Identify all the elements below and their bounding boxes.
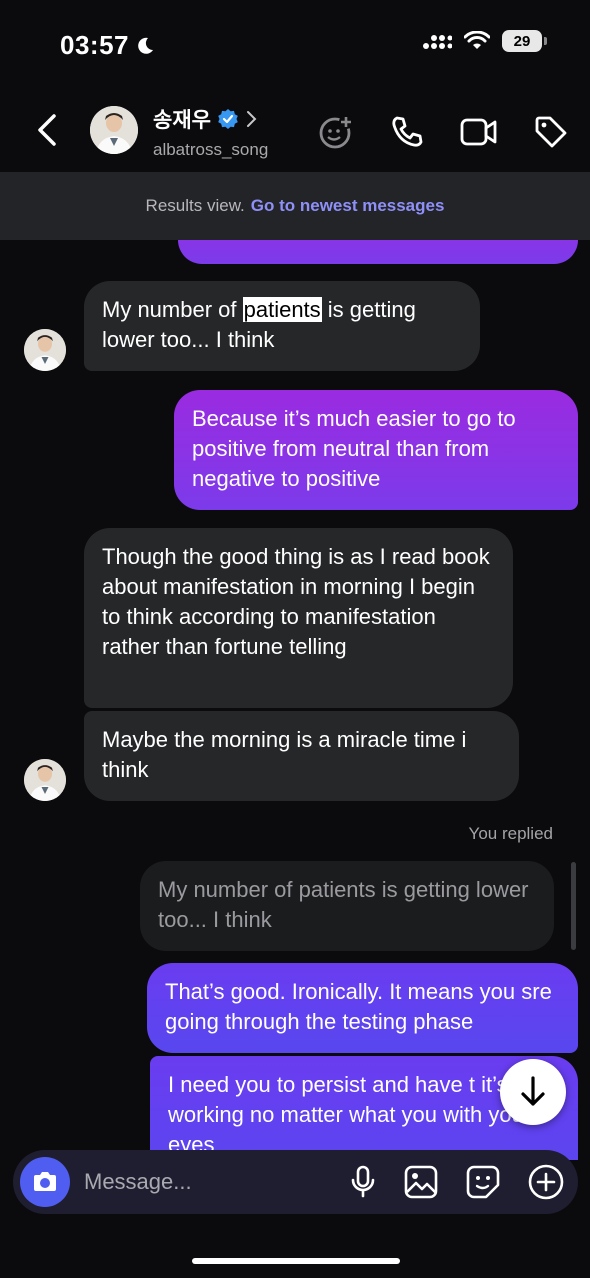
battery-level: 29 [513, 32, 531, 50]
message-bubble-incoming[interactable]: My number of patients is getting lower t… [84, 281, 480, 371]
effects-icon[interactable] [318, 114, 354, 150]
chat-header: 송재우 albatross_song [0, 88, 590, 172]
message-bubble-incoming[interactable]: Though the good thing is as I read book … [84, 528, 513, 708]
avatar[interactable] [24, 759, 66, 801]
message-bubble-outgoing[interactable]: That’s good. Ironically. It means you sr… [147, 963, 578, 1053]
moon-icon [138, 37, 153, 54]
contact-info[interactable]: 송재우 albatross_song [153, 104, 268, 160]
you-replied-label: You replied [468, 824, 553, 843]
gallery-icon[interactable] [404, 1165, 438, 1199]
scrollbar[interactable] [571, 862, 576, 950]
header-actions [318, 114, 568, 150]
message-bubble-outgoing[interactable]: Because it’s much easier to go to positi… [174, 390, 578, 510]
video-icon[interactable] [460, 117, 498, 147]
battery-indicator: 29 [502, 30, 547, 52]
contact-username: albatross_song [153, 140, 269, 159]
results-view-banner: Results view. Go to newest messages [0, 172, 590, 240]
time-text: 03:57 [60, 30, 129, 60]
banner-text: Results view. [145, 196, 245, 215]
back-icon [38, 114, 56, 146]
wifi-icon [464, 31, 490, 49]
tag-icon[interactable] [534, 115, 568, 149]
message-input[interactable]: Message... [84, 1169, 350, 1195]
message-text-before: My number of [102, 297, 243, 322]
verified-icon [218, 109, 238, 129]
avatar-image [24, 759, 66, 801]
scroll-to-bottom-button[interactable] [500, 1059, 566, 1125]
go-to-newest-link[interactable]: Go to newest messages [251, 196, 445, 216]
home-indicator[interactable] [192, 1258, 400, 1264]
status-indicators: 29 [422, 30, 547, 52]
avatar[interactable] [24, 329, 66, 371]
arrow-down-icon [521, 1076, 545, 1106]
avatar-image [90, 106, 138, 154]
camera-icon [34, 1172, 56, 1191]
message-composer: Message... [13, 1150, 578, 1214]
message-bubble-incoming[interactable]: Maybe the morning is a miracle time i th… [84, 711, 519, 801]
camera-button[interactable] [20, 1157, 70, 1207]
phone-icon[interactable] [390, 115, 424, 149]
composer-actions [350, 1164, 564, 1200]
contact-name: 송재우 [153, 109, 211, 132]
chevron-right-icon [246, 111, 257, 127]
reply-quote[interactable]: My number of patients is getting lower t… [140, 861, 554, 951]
sticker-icon[interactable] [466, 1165, 500, 1199]
plus-icon[interactable] [528, 1164, 564, 1200]
signal-icon [423, 35, 452, 49]
microphone-icon[interactable] [350, 1165, 376, 1199]
status-time: 03:57 [60, 30, 155, 61]
back-button[interactable] [32, 110, 62, 155]
avatar[interactable] [90, 106, 138, 154]
search-highlight: patients [242, 297, 322, 322]
message-list[interactable]: My number of patients is getting lower t… [0, 240, 590, 1160]
avatar-image [24, 329, 66, 371]
status-bar: 03:57 29 [0, 0, 590, 88]
message-bubble-outgoing[interactable] [178, 240, 578, 264]
